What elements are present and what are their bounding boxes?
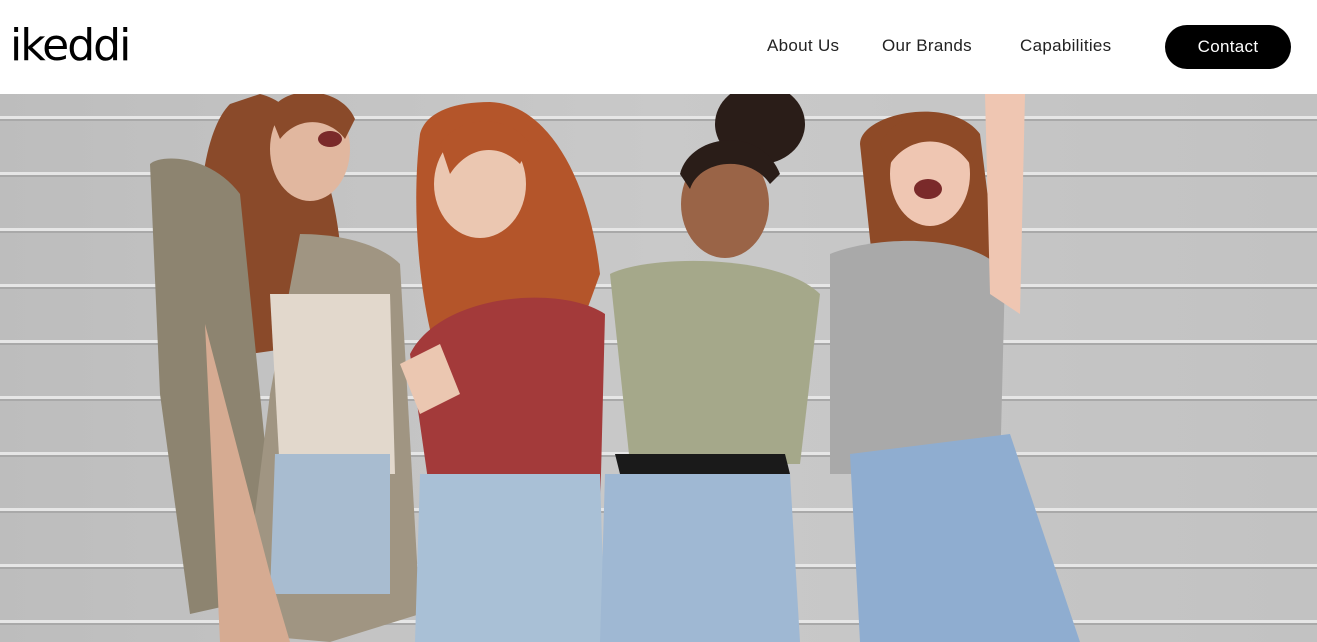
nav-capabilities[interactable]: Capabilities	[1020, 36, 1111, 56]
nav-about-us[interactable]: About Us	[767, 36, 839, 56]
hero-image	[0, 94, 1317, 642]
person-2	[400, 102, 605, 642]
nav-our-brands[interactable]: Our Brands	[882, 36, 972, 56]
hero-photo	[0, 94, 1317, 642]
contact-button[interactable]: Contact	[1165, 25, 1291, 69]
site-header: ikeddi About Us Our Brands Capabilities …	[0, 0, 1317, 94]
logo[interactable]: ikeddi	[10, 22, 131, 70]
